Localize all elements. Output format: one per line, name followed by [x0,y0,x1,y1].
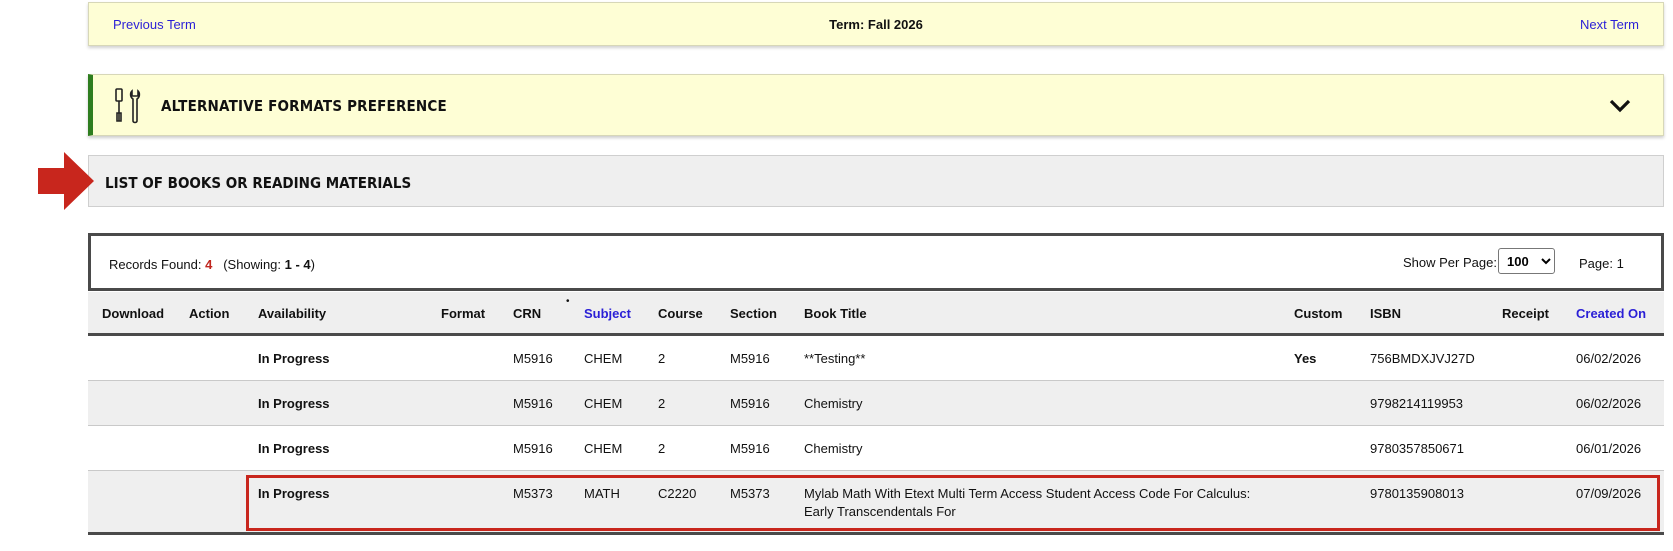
header-created-on-sort[interactable]: Created On [1576,306,1646,321]
header-crn: CRN [513,306,542,321]
header-download: Download [102,306,165,321]
cell-availability: In Progress [258,396,330,411]
cell-subject: MATH [584,486,620,501]
table-row: In Progress M5916 CHEM 2 M5916 Chemistry… [88,426,1664,471]
header-section: Section [730,306,777,321]
cell-availability: In Progress [258,486,330,501]
cell-section: M5916 [730,351,770,366]
header-action: Action [189,306,230,321]
showing-range: 1 - 4 [284,257,311,272]
cell-isbn: 9780357850671 [1370,441,1464,456]
next-term-link[interactable]: Next Term [1580,17,1639,32]
cell-subject: CHEM [584,396,623,411]
page-indicator: Page: 1 [1579,256,1624,271]
cell-isbn: 9798214119953 [1370,396,1464,411]
header-isbn: ISBN [1370,306,1402,321]
current-term-label: Term: Fall 2026 [829,17,923,32]
per-page-label: Show Per Page: [1403,255,1497,270]
cell-crn: M5373 [513,486,553,501]
cell-course: 2 [658,441,666,456]
tools-icon [115,88,141,124]
cell-created-on: 07/09/2026 [1576,486,1642,501]
cell-course: 2 [658,351,666,366]
records-found-count: 4 [205,257,213,272]
cell-book-title: Chemistry [804,441,863,456]
cell-isbn: 9780135908013 [1370,486,1464,501]
header-book-title: Book Title [804,306,867,321]
cell-crn: M5916 [513,351,553,366]
cell-created-on: 06/01/2026 [1576,441,1642,456]
cell-book-title: Chemistry [804,396,863,411]
cell-section: M5916 [730,441,770,456]
alternative-formats-title: ALTERNATIVE FORMATS PREFERENCE [161,97,447,115]
table-row: In Progress M5916 CHEM 2 M5916 Chemistry… [88,381,1664,426]
sort-marker: • [566,296,570,307]
records-panel: Records Found: 4 (Showing: 1 - 4) Show P… [88,233,1664,291]
cell-subject: CHEM [584,441,623,456]
books-section-title: LIST OF BOOKS OR READING MATERIALS [105,174,412,192]
cell-created-on: 06/02/2026 [1576,396,1642,411]
cell-isbn: 756BMDXJVJ27D [1370,351,1475,366]
cell-subject: CHEM [584,351,623,366]
cell-book-title: **Testing** [804,351,866,366]
cell-book-title: Mylab Math With Etext Multi Term Access … [804,486,1251,519]
alternative-formats-panel[interactable]: ALTERNATIVE FORMATS PREFERENCE [88,74,1664,136]
header-receipt: Receipt [1502,306,1549,321]
header-custom: Custom [1294,306,1343,321]
table-header: • Download Action Availability Format CR… [88,292,1664,336]
books-section-header: LIST OF BOOKS OR READING MATERIALS [88,155,1664,207]
showing-open: (Showing: [223,257,282,272]
header-subject-sort[interactable]: Subject [584,306,631,321]
cell-custom: Yes [1294,351,1317,366]
showing-close: ) [310,257,315,272]
books-table: • Download Action Availability Format CR… [88,292,1664,535]
red-arrow-annotation [38,152,94,210]
cell-crn: M5916 [513,396,553,411]
cell-created-on: 06/02/2026 [1576,351,1642,366]
records-found-label: Records Found: [109,257,202,272]
table-row: In Progress M5916 CHEM 2 M5916 **Testing… [88,336,1664,381]
cell-section: M5373 [730,486,770,501]
cell-section: M5916 [730,396,770,411]
cell-availability: In Progress [258,351,330,366]
cell-course: C2220 [658,486,697,501]
cell-availability: In Progress [258,441,330,456]
header-format: Format [441,306,486,321]
header-course: Course [658,306,703,321]
chevron-down-icon[interactable] [1607,95,1633,117]
table-row: In Progress M5373 MATH C2220 M5373 Mylab… [88,471,1664,535]
records-found-summary: Records Found: 4 (Showing: 1 - 4) [109,257,315,272]
term-navigation-bar: Previous Term Term: Fall 2026 Next Term [88,2,1664,46]
cell-crn: M5916 [513,441,553,456]
cell-course: 2 [658,396,666,411]
header-availability: Availability [258,306,327,321]
per-page-select[interactable]: 100 [1498,248,1555,274]
